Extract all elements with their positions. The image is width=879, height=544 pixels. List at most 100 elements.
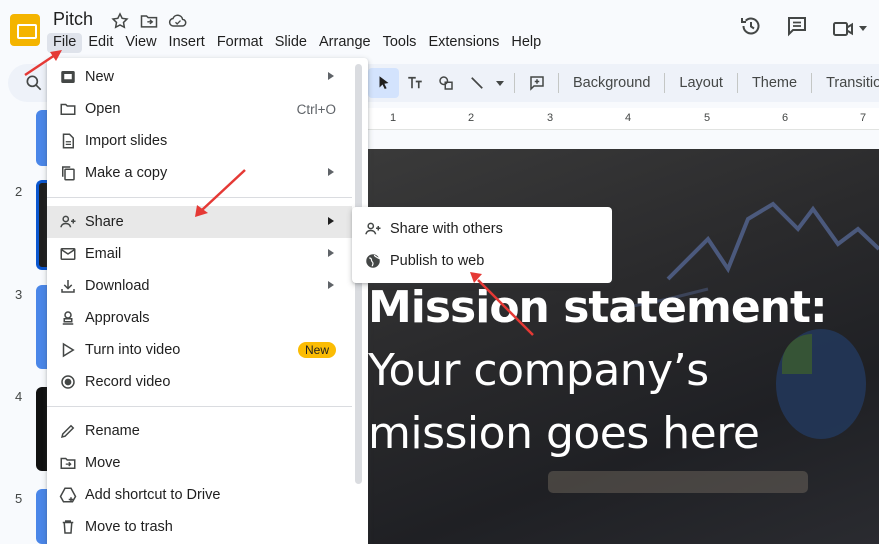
line-dropdown-icon[interactable] (496, 80, 504, 86)
comments-icon[interactable] (785, 14, 809, 43)
menu-arrange[interactable]: Arrange (313, 33, 377, 53)
menu-format[interactable]: Format (211, 33, 269, 53)
canvas-margin (368, 131, 879, 149)
ruler-tick: 1 (390, 112, 397, 124)
menu-item-download[interactable]: Download (47, 270, 352, 302)
submenu-item-publish-to-web[interactable]: Publish to web (352, 245, 612, 277)
menu-item-label: New (85, 69, 115, 85)
layout-button[interactable]: Layout (671, 75, 731, 91)
menu-item-label: Open (85, 101, 121, 117)
submenu-arrow-icon (328, 72, 334, 80)
text-box-icon[interactable] (399, 68, 430, 98)
menu-item-turn-into-video[interactable]: Turn into video New (47, 334, 352, 366)
menu-divider (47, 406, 352, 407)
person-add-icon (59, 213, 77, 231)
drive-shortcut-icon (59, 486, 77, 504)
menu-item-record-video[interactable]: Record video (47, 366, 352, 398)
submenu-arrow-icon (328, 249, 334, 257)
menu-item-label: Import slides (85, 133, 168, 149)
slide-number: 3 (15, 287, 23, 302)
toolbar-divider (514, 73, 515, 93)
ruler-tick: 5 (704, 112, 711, 124)
menu-slide[interactable]: Slide (269, 33, 313, 53)
slide-body-line[interactable]: Your company’s (368, 339, 827, 402)
slide-number: 2 (15, 184, 23, 199)
menu-item-approvals[interactable]: Approvals (47, 302, 352, 334)
menu-item-label: Rename (85, 423, 140, 439)
person-add-icon (364, 220, 382, 238)
menu-item-label: Add shortcut to Drive (85, 487, 221, 503)
ruler-tick: 7 (860, 112, 867, 124)
menu-item-label: Approvals (85, 310, 150, 326)
menu-item-label: Download (85, 278, 150, 294)
menu-insert[interactable]: Insert (163, 33, 211, 53)
submenu-arrow-icon (328, 217, 334, 225)
menu-item-label: Share with others (390, 221, 503, 237)
theme-button[interactable]: Theme (744, 75, 805, 91)
menu-view[interactable]: View (119, 33, 162, 53)
chevron-down-icon[interactable] (859, 26, 867, 31)
line-icon[interactable] (461, 68, 492, 98)
menu-bar: File Edit View Insert Format Slide Arran… (47, 33, 547, 53)
search-menus-icon[interactable] (24, 73, 44, 93)
document-title[interactable]: Pitch (53, 9, 93, 30)
shape-icon[interactable] (430, 68, 461, 98)
menu-file[interactable]: File (47, 33, 83, 53)
ruler-tick: 4 (625, 112, 632, 124)
menu-item-move-to-trash[interactable]: Move to trash (47, 511, 352, 543)
menu-item-label: Make a copy (85, 165, 168, 181)
video-icon (59, 341, 77, 359)
meet-icon[interactable] (831, 17, 867, 41)
toolbar-divider (736, 73, 738, 93)
submenu-arrow-icon (328, 281, 334, 289)
shortcut-text: Ctrl+O (296, 101, 336, 117)
add-comment-icon[interactable] (521, 68, 552, 98)
move-folder-icon (59, 454, 77, 472)
new-slides-icon (59, 68, 77, 86)
globe-icon (364, 252, 382, 270)
menu-item-share[interactable]: Share (47, 206, 352, 238)
ruler-tick: 6 (782, 112, 789, 124)
mail-icon (59, 245, 77, 263)
toolbar-divider (558, 73, 559, 93)
menu-item-import-slides[interactable]: Import slides (47, 125, 352, 157)
transition-button[interactable]: Transition (818, 75, 879, 91)
submenu-item-share-with-others[interactable]: Share with others (352, 213, 612, 245)
menu-item-open[interactable]: Open Ctrl+O (47, 93, 352, 125)
ruler-tick: 3 (547, 112, 554, 124)
menu-item-make-a-copy[interactable]: Make a copy (47, 157, 352, 189)
menu-help[interactable]: Help (505, 33, 547, 53)
ruler[interactable]: 1 2 3 4 5 6 7 (368, 108, 879, 130)
folder-icon (59, 100, 77, 118)
file-menu: New Open Ctrl+O Import slides Make a cop… (47, 58, 368, 544)
menu-item-label: Move (85, 455, 121, 471)
menu-item-rename[interactable]: Rename (47, 415, 352, 447)
slide-heading[interactable]: Mission statement: (368, 277, 828, 339)
download-icon (59, 277, 77, 295)
menu-item-email[interactable]: Email (47, 238, 352, 270)
toolbar-divider (811, 73, 813, 93)
menu-extensions[interactable]: Extensions (422, 33, 505, 53)
menu-tools[interactable]: Tools (377, 33, 423, 53)
menu-item-move[interactable]: Move (47, 447, 352, 479)
menu-item-add-shortcut[interactable]: Add shortcut to Drive (47, 479, 352, 511)
select-cursor-icon[interactable] (368, 68, 399, 98)
slides-logo[interactable] (10, 14, 40, 46)
ruler-tick: 2 (468, 112, 475, 124)
menu-edit[interactable]: Edit (82, 33, 119, 53)
slide-number: 4 (15, 389, 23, 404)
copy-icon (59, 164, 77, 182)
menu-item-label: Publish to web (390, 253, 485, 269)
version-history-icon[interactable] (739, 14, 763, 43)
record-icon (59, 373, 77, 391)
slide-body-line[interactable]: mission goes here (368, 402, 827, 465)
slide-number: 5 (15, 491, 23, 506)
approvals-icon (59, 309, 77, 327)
submenu-arrow-icon (328, 168, 334, 176)
share-submenu: Share with others Publish to web (352, 207, 612, 283)
menu-item-new[interactable]: New (47, 61, 352, 93)
trash-icon (59, 518, 77, 536)
background-button[interactable]: Background (565, 75, 658, 91)
import-icon (59, 132, 77, 150)
background-dock (548, 471, 808, 493)
